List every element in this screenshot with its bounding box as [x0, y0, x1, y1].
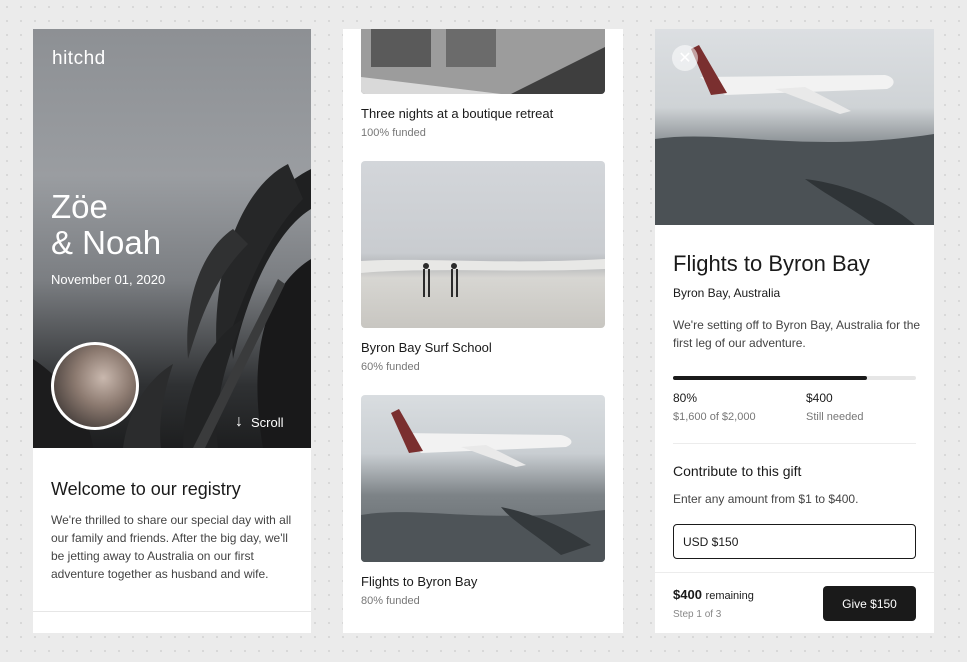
gift-detail-title: Flights to Byron Bay	[673, 251, 870, 276]
gift-title: Flights to Byron Bay	[361, 574, 478, 589]
close-button[interactable]: ✕	[672, 45, 698, 71]
welcome-title: Welcome to our registry	[51, 479, 241, 499]
retreat-image	[361, 29, 605, 94]
close-icon: ✕	[678, 50, 692, 67]
beach-image	[361, 161, 605, 328]
contribute-help: Enter any amount from $1 to $400.	[673, 492, 859, 506]
funded-stat: 80% $1,600 of $2,000	[673, 391, 756, 423]
arrow-down-icon: ↓	[235, 413, 243, 430]
gift-title: Three nights at a boutique retreat	[361, 106, 554, 121]
gift-location: Byron Bay, Australia	[673, 286, 781, 300]
funded-amount: $1,600 of $2,000	[673, 411, 756, 423]
gift-funded: 80% funded	[361, 595, 420, 607]
remaining-value: $400	[673, 587, 702, 602]
scroll-button[interactable]: ↓ Scroll	[235, 413, 284, 431]
couple-name-line2: & Noah	[51, 224, 162, 261]
hotel-building-illustration	[361, 29, 605, 94]
amount-input[interactable]: USD $150	[673, 524, 916, 559]
funding-progress-fill	[673, 376, 868, 380]
couple-name-line1: Zöe	[51, 188, 108, 225]
gift-funded: 100% funded	[361, 127, 426, 139]
funding-progress-bar	[673, 376, 916, 380]
divider	[673, 443, 916, 444]
hitchd-logo[interactable]: hitchd	[52, 48, 106, 70]
gift-card-retreat[interactable]: Three nights at a boutique retreat 100% …	[361, 29, 605, 139]
surfers-illustration	[361, 259, 605, 297]
airplane-illustration	[361, 409, 605, 562]
registry-screen: hitchd Zöe & Noah November 01, 2020 ↓ Sc…	[33, 29, 311, 633]
gift-card-flights[interactable]: Flights to Byron Bay 80% funded	[361, 395, 605, 607]
welcome-body: We're thrilled to share our special day …	[51, 513, 292, 581]
gift-card-surf-school[interactable]: Byron Bay Surf School 60% funded	[361, 161, 605, 373]
scroll-label: Scroll	[251, 414, 284, 430]
gift-list-screen[interactable]: Three nights at a boutique retreat 100% …	[343, 29, 623, 633]
contribute-title: Contribute to this gift	[673, 463, 802, 479]
plane-image	[361, 395, 605, 562]
remaining-amount: $400 remaining	[673, 587, 754, 602]
hero-image: hitchd Zöe & Noah November 01, 2020 ↓ Sc…	[33, 29, 311, 448]
give-button[interactable]: Give $150	[823, 586, 916, 621]
contribute-footer: $400 remaining Step 1 of 3 Give $150	[655, 572, 934, 633]
gift-description: We're setting off to Byron Bay, Australi…	[673, 318, 921, 350]
couple-avatar	[51, 342, 139, 430]
gift-title: Byron Bay Surf School	[361, 340, 492, 355]
needed-amount: $400	[806, 391, 833, 405]
gift-detail-screen: ✕ Flights to Byron Bay Byron Bay, Austra…	[655, 29, 934, 633]
wedding-date: November 01, 2020	[51, 272, 166, 287]
couple-names: Zöe & Noah	[51, 189, 161, 261]
gift-funded: 60% funded	[361, 361, 420, 373]
flight-hero-image: ✕	[655, 29, 934, 225]
needed-stat: $400 Still needed	[806, 391, 864, 423]
remaining-label: remaining	[705, 590, 754, 602]
funded-percent: 80%	[673, 391, 698, 405]
divider	[33, 611, 311, 612]
needed-label: Still needed	[806, 411, 864, 423]
step-indicator: Step 1 of 3	[673, 609, 722, 620]
